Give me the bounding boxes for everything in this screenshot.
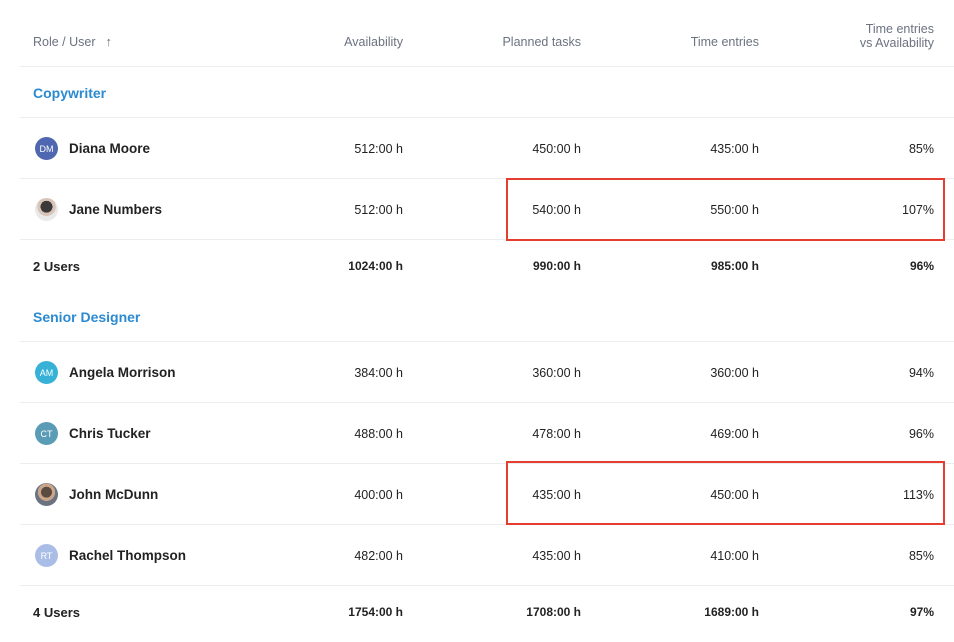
availability-value: 482:00 h	[354, 549, 403, 563]
ratio-value: 94%	[908, 366, 934, 380]
time-entries-value: 469:00 h	[710, 427, 759, 441]
ratio-value: 96%	[908, 427, 934, 441]
avatar: DM	[35, 137, 58, 160]
user-name: Angela Morrison	[69, 365, 176, 380]
group-title[interactable]: Copywriter	[33, 85, 106, 101]
highlight-box-john-mcdunn	[506, 461, 945, 525]
total-time-entries: 985:00 h	[710, 259, 759, 273]
table-row[interactable]: CT Chris Tucker 488:00 h 478:00 h 469:00…	[20, 403, 954, 464]
availability-value: 400:00 h	[354, 488, 403, 502]
table-row[interactable]: DM Diana Moore 512:00 h 450:00 h 435:00 …	[20, 118, 954, 179]
total-users-label: 2 Users	[33, 259, 80, 274]
user-name: Diana Moore	[69, 141, 151, 156]
group-total-row: 4 Users 1754:00 h 1708:00 h 1689:00 h 97…	[20, 586, 954, 637]
column-header-role-user-label: Role / User	[33, 35, 96, 49]
avatar: RT	[35, 544, 58, 567]
availability-value: 512:00 h	[354, 203, 403, 217]
user-name: Chris Tucker	[69, 426, 151, 441]
column-header-time-vs-availability[interactable]: Time entries vs Availability	[860, 22, 934, 50]
table-row[interactable]: AM Angela Morrison 384:00 h 360:00 h 360…	[20, 342, 954, 403]
total-time-entries: 1689:00 h	[704, 605, 759, 619]
column-header-planned-tasks[interactable]: Planned tasks	[502, 35, 581, 49]
group-total-row: 2 Users 1024:00 h 990:00 h 985:00 h 96%	[20, 240, 954, 291]
table-header: Role / User ↑ Availability Planned tasks …	[20, 0, 954, 67]
ratio-value: 85%	[908, 142, 934, 156]
planned-tasks-value: 478:00 h	[532, 427, 581, 441]
highlight-box-jane-numbers	[506, 178, 945, 241]
column-header-time-entries[interactable]: Time entries	[691, 35, 759, 49]
group-header-senior-designer[interactable]: Senior Designer	[20, 291, 954, 342]
total-ratio: 96%	[909, 259, 934, 273]
user-name: Rachel Thompson	[69, 548, 187, 563]
column-header-role-user[interactable]: Role / User ↑	[33, 34, 113, 50]
availability-value: 512:00 h	[354, 142, 403, 156]
report-table: Role / User ↑ Availability Planned tasks …	[20, 0, 954, 637]
planned-tasks-value: 450:00 h	[532, 142, 581, 156]
user-name: John McDunn	[69, 487, 159, 502]
availability-value: 488:00 h	[354, 427, 403, 441]
avatar	[35, 198, 58, 221]
time-entries-value: 360:00 h	[710, 366, 759, 380]
user-name: Jane Numbers	[69, 202, 163, 217]
total-planned-tasks: 990:00 h	[532, 259, 581, 273]
total-ratio: 97%	[909, 605, 934, 619]
column-header-ratio-line1: Time entries	[865, 22, 934, 36]
availability-value: 384:00 h	[354, 366, 403, 380]
avatar	[35, 483, 58, 506]
total-planned-tasks: 1708:00 h	[526, 605, 581, 619]
total-availability: 1754:00 h	[348, 605, 403, 619]
time-entries-value: 410:00 h	[710, 549, 759, 563]
group-header-copywriter[interactable]: Copywriter	[20, 67, 954, 118]
table-row[interactable]: RT Rachel Thompson 482:00 h 435:00 h 410…	[20, 525, 954, 586]
total-availability: 1024:00 h	[348, 259, 403, 273]
avatar: AM	[35, 361, 58, 384]
planned-tasks-value: 360:00 h	[532, 366, 581, 380]
avatar: CT	[35, 422, 58, 445]
time-entries-value: 435:00 h	[710, 142, 759, 156]
column-header-availability[interactable]: Availability	[344, 35, 403, 49]
column-header-ratio-line2: vs Availability	[859, 36, 934, 50]
ratio-value: 85%	[908, 549, 934, 563]
arrow-up-icon[interactable]: ↑	[106, 34, 113, 49]
planned-tasks-value: 435:00 h	[532, 549, 581, 563]
total-users-label: 4 Users	[33, 605, 80, 620]
group-title[interactable]: Senior Designer	[33, 309, 140, 325]
